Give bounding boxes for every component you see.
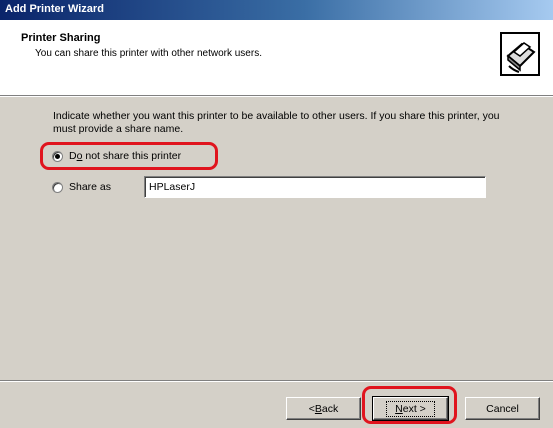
share-as-option[interactable]: Share as xyxy=(52,178,111,196)
wizard-header: Printer Sharing You can share this print… xyxy=(0,20,553,96)
printer-share-icon xyxy=(500,32,540,76)
page-subtitle: You can share this printer with other ne… xyxy=(35,48,262,59)
share-name-input[interactable] xyxy=(144,176,486,198)
wizard-content: Indicate whether you want this printer t… xyxy=(0,96,553,381)
do-not-share-option[interactable]: Do not share this printer xyxy=(52,147,181,165)
next-button[interactable]: Next > xyxy=(372,396,449,421)
do-not-share-radio[interactable] xyxy=(52,150,63,162)
cancel-button[interactable]: Cancel xyxy=(465,397,540,420)
wizard-footer: < Back Next > Cancel xyxy=(0,380,553,428)
title-bar[interactable]: Add Printer Wizard xyxy=(0,0,553,20)
page-title: Printer Sharing xyxy=(21,32,101,44)
instructions-text: Indicate whether you want this printer t… xyxy=(53,110,500,135)
share-as-radio[interactable] xyxy=(52,181,63,193)
window-title: Add Printer Wizard xyxy=(5,3,104,15)
do-not-share-label[interactable]: Do not share this printer xyxy=(69,150,181,162)
share-as-label[interactable]: Share as xyxy=(69,181,111,193)
back-button[interactable]: < Back xyxy=(286,397,361,420)
